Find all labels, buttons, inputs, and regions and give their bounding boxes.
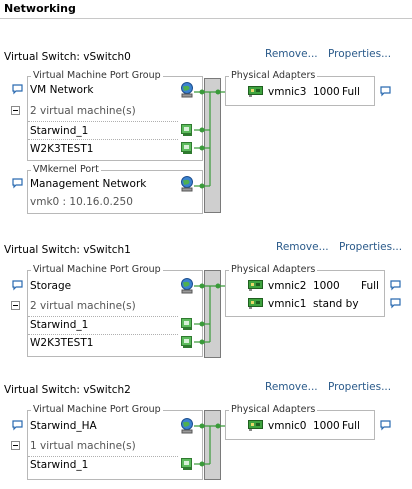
vswitch2-nic-comment-icon[interactable] (380, 420, 391, 433)
vswitch2-nic-name[interactable]: vmnic0 (268, 419, 306, 433)
vswitch2-nic-speed: 1000 (313, 420, 340, 432)
nic-icon (248, 420, 264, 434)
vswitch2-nic-duplex: Full (342, 420, 360, 432)
vswitch2-physical-legend: Physical Adapters (229, 404, 318, 415)
